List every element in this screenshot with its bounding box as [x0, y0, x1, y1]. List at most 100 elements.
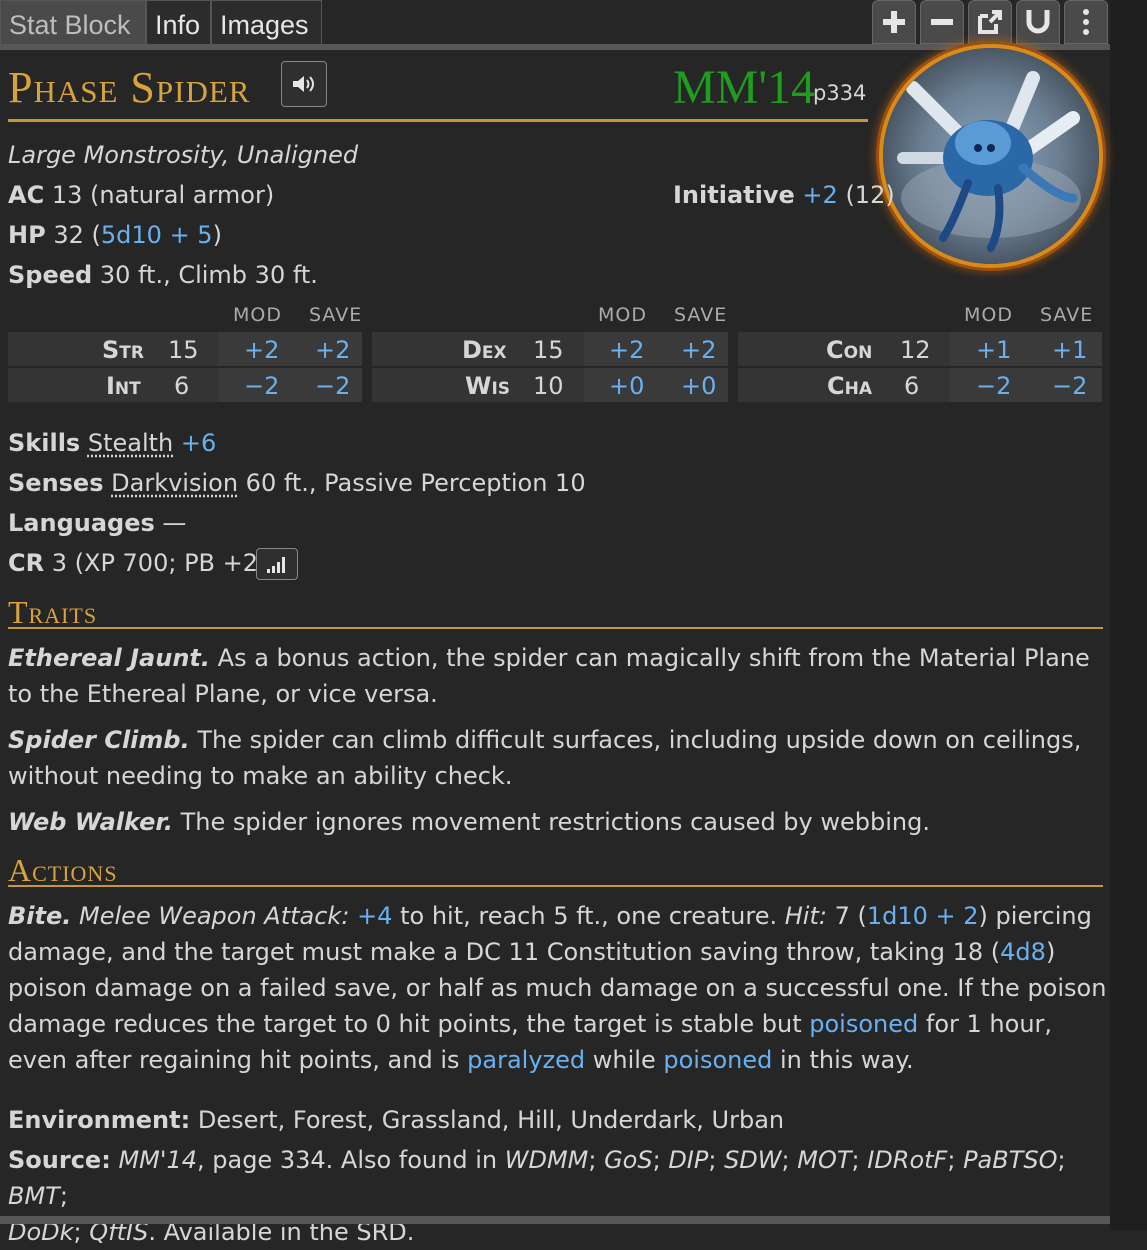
- reach-text: to hit, reach 5 ft., one creature.: [400, 902, 778, 930]
- ability-score: 10: [533, 372, 564, 400]
- trait-text: The spider ignores movement restrictions…: [180, 808, 930, 836]
- more-button[interactable]: [1064, 0, 1108, 44]
- ability-save[interactable]: +2: [315, 332, 350, 366]
- ability-row: Int 6 −2 −2: [8, 368, 362, 402]
- tab-images[interactable]: Images: [211, 0, 322, 46]
- trait-text: The spider can climb difficult surfaces,…: [197, 726, 1082, 754]
- initiative-score: (12): [845, 181, 895, 209]
- save-header: SAVE: [309, 304, 363, 326]
- ability-row: Wis 10 +0 +0: [372, 368, 728, 402]
- source-book[interactable]: DIP: [668, 1146, 708, 1174]
- action-text: damage reduces the target to 0 hit point…: [8, 1010, 802, 1038]
- damage-type: ) piercing: [978, 902, 1092, 930]
- condition-link-poisoned[interactable]: poisoned: [809, 1010, 918, 1038]
- ability-name: Con: [826, 336, 873, 364]
- action-text: poison damage on a failed save, or half …: [8, 974, 1107, 1002]
- cr-label: CR: [8, 549, 45, 577]
- pronounce-button[interactable]: [281, 61, 327, 107]
- ability-row: Con 12 +1 +1: [738, 332, 1102, 366]
- save-header: SAVE: [674, 304, 728, 326]
- ability-mod[interactable]: +0: [609, 368, 644, 402]
- mod-header: MOD: [964, 304, 1013, 326]
- monster-portrait[interactable]: [883, 48, 1099, 264]
- speaker-icon: [293, 76, 314, 92]
- speed-value: 30 ft., Climb 30 ft.: [99, 261, 318, 289]
- add-button[interactable]: [872, 0, 916, 44]
- ability-save[interactable]: −2: [315, 368, 350, 402]
- source-book[interactable]: MM'14: [118, 1146, 197, 1174]
- source-book[interactable]: GoS: [604, 1146, 653, 1174]
- ability-mod[interactable]: +2: [609, 332, 644, 366]
- senses-rest: 60 ft., Passive Perception 10: [245, 469, 586, 497]
- action-text: while: [592, 1046, 656, 1074]
- magnet-button[interactable]: [1016, 0, 1060, 44]
- initiative-label: Initiative: [673, 181, 795, 209]
- environment: Environment: Desert, Forest, Grassland, …: [8, 1106, 784, 1134]
- languages-value: —: [162, 509, 187, 537]
- ability-name: Wis: [465, 372, 511, 400]
- trait-text: to the Ethereal Plane, or vice versa.: [8, 680, 438, 708]
- poison-damage-roll[interactable]: 4d8: [1000, 938, 1046, 966]
- ac-value: 13 (natural armor): [51, 181, 275, 209]
- to-hit-roll[interactable]: +4: [357, 902, 392, 930]
- hp-label: HP: [8, 221, 46, 249]
- attack-type: Melee Weapon Attack:: [79, 902, 350, 930]
- ability-save[interactable]: +2: [681, 332, 716, 366]
- actions-heading: Actions: [8, 852, 118, 888]
- tab-bar-underline: [0, 44, 1110, 50]
- languages: Languages —: [8, 509, 186, 537]
- environment-label: Environment:: [8, 1106, 191, 1134]
- tab-info[interactable]: Info: [146, 0, 211, 46]
- monster-name: Phase Spider: [8, 63, 251, 112]
- source-book[interactable]: IDRotF: [867, 1146, 947, 1174]
- action-text: ): [1045, 938, 1056, 966]
- tab-stat-block[interactable]: Stat Block: [0, 0, 146, 46]
- speed-label: Speed: [8, 261, 93, 289]
- trait-text: As a bonus action, the spider can magica…: [217, 644, 1090, 672]
- ability-mod[interactable]: −2: [244, 368, 279, 402]
- ability-save[interactable]: +1: [1052, 332, 1087, 366]
- hp-value: 32: [53, 221, 84, 249]
- more-vertical-icon: [1083, 9, 1089, 35]
- source-abbreviation[interactable]: MM'14: [673, 62, 815, 114]
- ability-score: 6: [904, 372, 920, 400]
- hit-points: HP 32 (5d10 + 5): [8, 221, 222, 249]
- popout-button[interactable]: [968, 0, 1012, 44]
- ability-name: Dex: [462, 336, 507, 364]
- ability-score: 15: [533, 336, 564, 364]
- mod-header: MOD: [233, 304, 282, 326]
- senses-label: Senses: [8, 469, 104, 497]
- action-text: in this way.: [779, 1046, 914, 1074]
- ability-save[interactable]: +0: [681, 368, 716, 402]
- actions-divider: [8, 885, 1103, 887]
- cr-value: 3 (XP 700; PB +2): [51, 549, 268, 577]
- ability-row: Str 15 +2 +2: [8, 332, 362, 366]
- cr-scaler-button[interactable]: [256, 548, 298, 580]
- popout-icon: [978, 10, 1002, 34]
- source-book[interactable]: PaBTSO: [963, 1146, 1057, 1174]
- source-book[interactable]: BMT: [8, 1182, 60, 1210]
- source-book[interactable]: MOT: [797, 1146, 851, 1174]
- condition-link-poisoned[interactable]: poisoned: [663, 1046, 772, 1074]
- sense-link-darkvision[interactable]: Darkvision: [111, 469, 238, 497]
- skill-roll[interactable]: +6: [181, 429, 216, 457]
- ability-save[interactable]: −2: [1052, 368, 1087, 402]
- condition-link-paralyzed[interactable]: paralyzed: [467, 1046, 585, 1074]
- source-book[interactable]: WDMM: [505, 1146, 589, 1174]
- magnet-icon: [1026, 10, 1050, 34]
- ability-mod[interactable]: −2: [976, 368, 1011, 402]
- skill-link-stealth[interactable]: Stealth: [88, 429, 173, 457]
- ability-mod[interactable]: +1: [976, 332, 1011, 366]
- hp-dice-roll[interactable]: 5d10 + 5: [101, 221, 213, 249]
- damage-roll[interactable]: 1d10 + 2: [867, 902, 979, 930]
- source-book[interactable]: SDW: [724, 1146, 781, 1174]
- ac-label: AC: [8, 181, 45, 209]
- type-line: Large Monstrosity, Unaligned: [8, 141, 359, 169]
- trait-ethereal-jaunt: Ethereal Jaunt. As a bonus action, the s…: [8, 640, 1108, 712]
- action-bite: Bite. Melee Weapon Attack: +4 to hit, re…: [8, 898, 1108, 1078]
- action-text: even after regaining hit points, and is: [8, 1046, 460, 1074]
- ability-mod[interactable]: +2: [244, 332, 279, 366]
- initiative-roll[interactable]: +2: [802, 181, 837, 209]
- save-header: SAVE: [1040, 304, 1094, 326]
- remove-button[interactable]: [920, 0, 964, 44]
